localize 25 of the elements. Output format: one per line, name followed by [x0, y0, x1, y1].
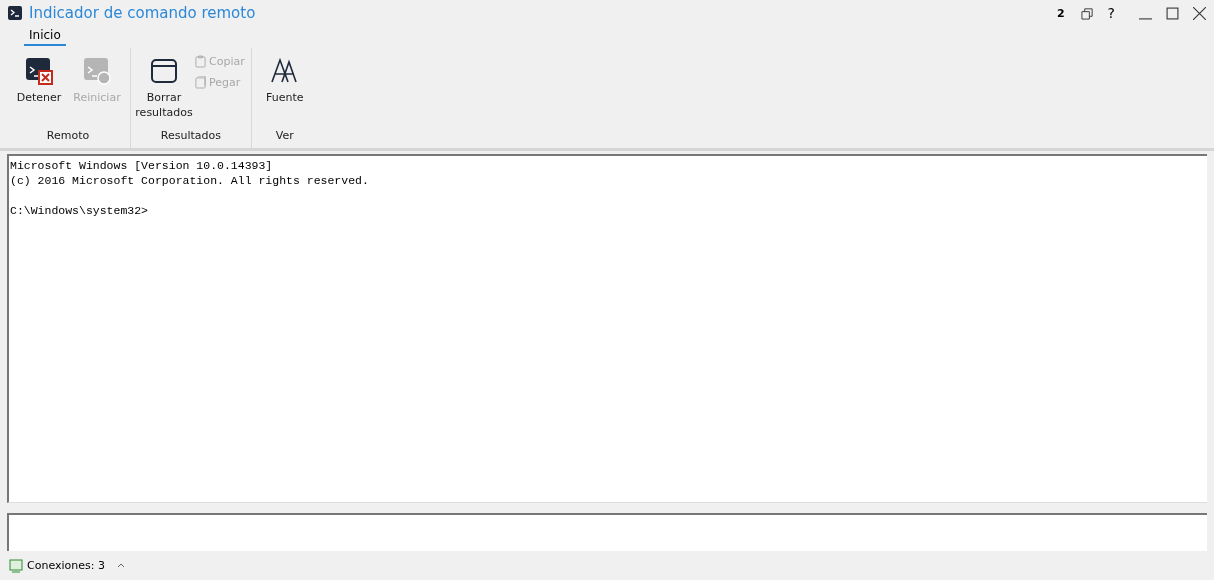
terminal-stop-icon: [24, 56, 54, 86]
connections-count[interactable]: Conexiones: 3: [27, 559, 105, 572]
maximize-icon[interactable]: [1166, 6, 1179, 20]
ribbon-button[interactable]: Borrar resultados: [135, 50, 193, 129]
group-label: Resultados: [160, 129, 221, 144]
window-title: Indicador de comando remoto: [29, 4, 256, 22]
group-label: Ver: [275, 129, 294, 144]
close-icon[interactable]: [1193, 6, 1206, 20]
console-line: (c) 2016 Microsoft Corporation. All rights reserved.: [10, 174, 369, 187]
window-count: 2: [1056, 6, 1065, 20]
terminal-icon: [8, 6, 22, 20]
group-label: Remoto: [46, 129, 90, 144]
window-icon: [149, 56, 179, 86]
pages-icon: [195, 76, 206, 89]
console-line: Microsoft Windows [Version 10.0.14393]: [10, 159, 273, 172]
console-line: C:\Windows\system32>: [10, 204, 149, 217]
ribbon-button[interactable]: Detener: [10, 50, 68, 129]
caret-up-icon[interactable]: [116, 563, 125, 568]
help-button[interactable]: ?: [1107, 5, 1115, 21]
ribbon-button[interactable]: Fuente: [255, 50, 314, 129]
monitor-icon: [9, 558, 23, 573]
windows-icon[interactable]: [1080, 6, 1094, 20]
terminal-refresh-icon: [82, 56, 112, 86]
clipboard-icon: [195, 55, 206, 68]
ribbon-tab[interactable]: Inicio: [24, 26, 66, 46]
